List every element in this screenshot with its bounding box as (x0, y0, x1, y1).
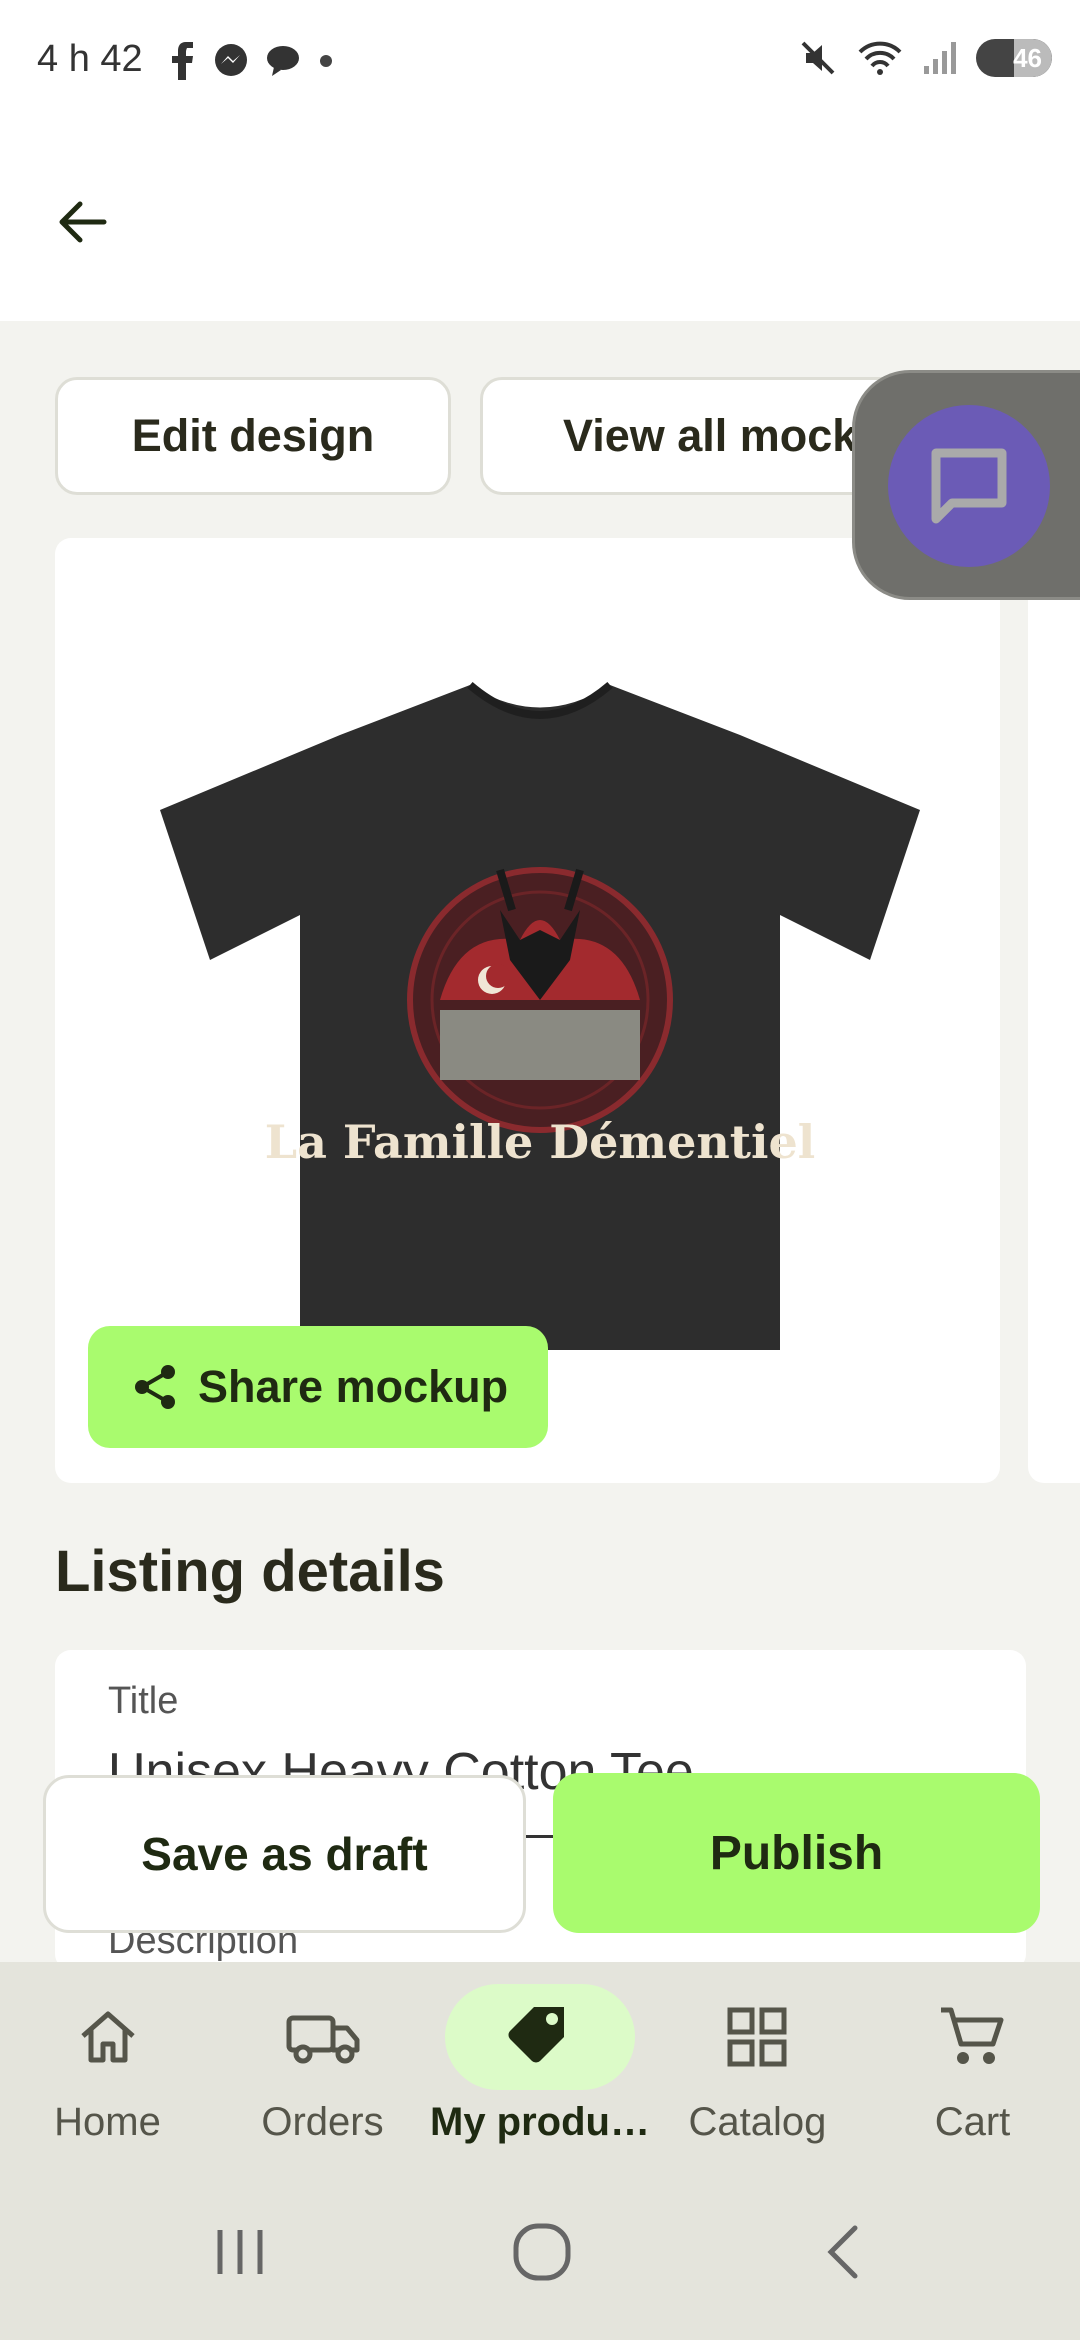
truck-icon (286, 2015, 359, 2064)
mute-icon (801, 41, 835, 75)
status-time: 4 h 42 (37, 38, 143, 80)
tag-icon-wrap (444, 1984, 635, 2090)
dot-icon (320, 55, 332, 67)
top-app-bar (0, 125, 1080, 321)
battery-level: 46 (1013, 42, 1042, 73)
truck-icon-wrap (228, 1984, 418, 2090)
arrow-left-icon (59, 201, 107, 243)
nav-label-my-products: My produ… (430, 2100, 650, 2144)
back-button[interactable] (40, 180, 124, 264)
save-as-draft-button[interactable]: Save as draft (43, 1775, 526, 1933)
grid-icon (727, 2007, 787, 2067)
nav-item-cart[interactable]: Cart (865, 1962, 1080, 2162)
nav-label-catalog: Catalog (688, 2100, 827, 2144)
messenger-icon (215, 44, 247, 76)
nav-label-home: Home (54, 2100, 161, 2144)
tag-icon (508, 2007, 564, 2063)
notification-icons (168, 42, 336, 80)
wifi-icon (858, 41, 902, 75)
status-bar: 4 h 42 46 (0, 0, 1080, 125)
home-icon-wrap (13, 1984, 203, 2090)
recent-apps-button[interactable] (195, 2207, 285, 2297)
listing-details-heading: Listing details (55, 1539, 445, 1604)
cart-icon (941, 2007, 1004, 2064)
nav-label-orders: Orders (261, 2100, 384, 2144)
chat-bubble-container (852, 370, 1080, 600)
mockup-card[interactable]: La Famille Démentiel Share mockup (55, 538, 1000, 1483)
facebook-icon (172, 42, 193, 80)
print-text: La Famille Démentiel (265, 1115, 816, 1169)
publish-button[interactable]: Publish (553, 1773, 1040, 1933)
nav-item-catalog[interactable]: Catalog (650, 1962, 865, 2162)
signal-icon (924, 42, 956, 74)
nav-item-home[interactable]: Home (0, 1962, 215, 2162)
share-icon (135, 1365, 175, 1409)
nav-item-my-products[interactable]: My produ… (430, 1962, 650, 2162)
grid-icon-wrap (662, 1984, 852, 2090)
title-label: Title (108, 1680, 179, 1722)
home-icon (80, 2011, 135, 2063)
chevron-left-icon (827, 2225, 858, 2279)
next-mockup-card[interactable] (1028, 538, 1080, 1483)
system-navigation-bar (0, 2162, 1080, 2340)
edit-design-button[interactable]: Edit design (55, 377, 451, 495)
tshirt-mockup-image: La Famille Démentiel (160, 681, 920, 1350)
chat-icon (267, 46, 299, 76)
home-system-button[interactable] (497, 2207, 587, 2297)
nav-item-orders[interactable]: Orders (215, 1962, 430, 2162)
system-status-icons: 46 (798, 38, 1052, 78)
home-circle-icon (513, 2223, 571, 2281)
back-system-button[interactable] (800, 2207, 890, 2297)
bottom-navigation: Home Orders My produ… Catalog Cart (0, 1962, 1080, 2162)
chat-icon (931, 448, 1007, 524)
battery-icon: 46 (976, 39, 1052, 77)
nav-label-cart: Cart (934, 2100, 1011, 2144)
recent-apps-icon (217, 2230, 263, 2274)
cart-icon-wrap (877, 1984, 1067, 2090)
share-mockup-label: Share mockup (198, 1361, 509, 1412)
share-mockup-button[interactable]: Share mockup (88, 1326, 548, 1448)
chat-support-button[interactable] (888, 405, 1050, 567)
